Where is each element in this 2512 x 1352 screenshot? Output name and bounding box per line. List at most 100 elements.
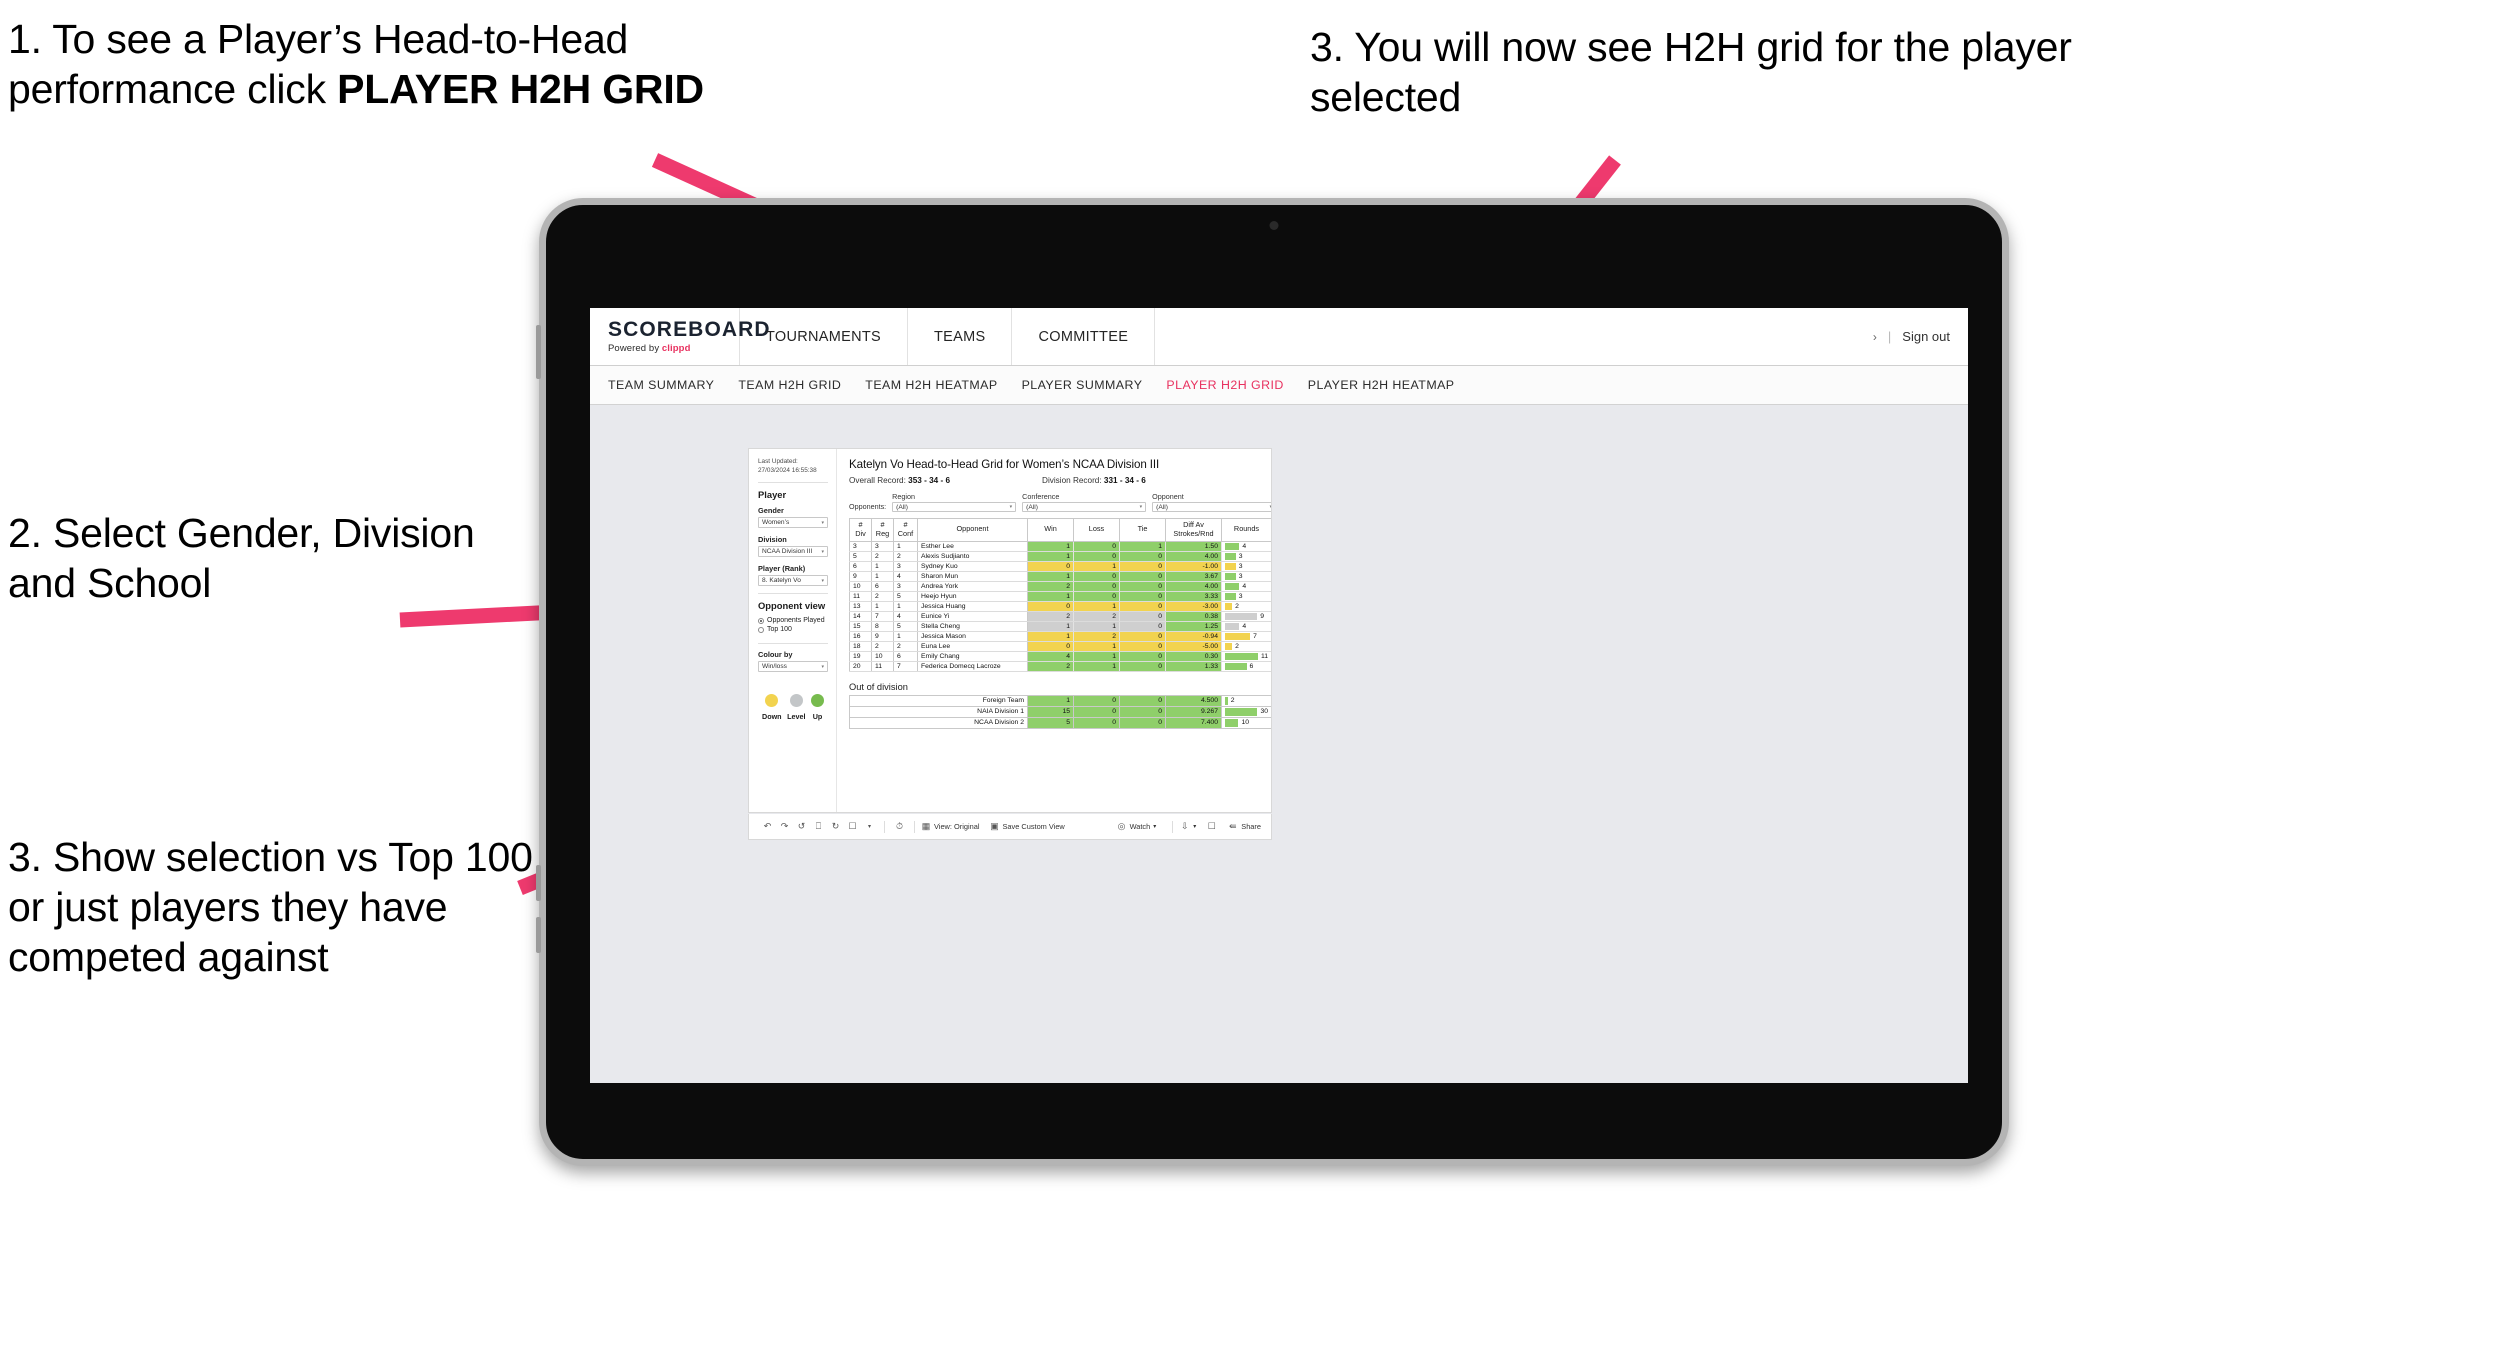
- col-header-conf[interactable]: # Conf: [893, 518, 918, 542]
- tab-team-h2h-grid[interactable]: TEAM H2H GRID: [738, 378, 865, 392]
- chevron-down-icon: ▾: [821, 663, 824, 670]
- table-row[interactable]: 16 9 1 Jessica Mason 1 2 0 -0.94 7: [849, 630, 1271, 642]
- cell-rank-div: 15: [849, 620, 872, 632]
- table-row[interactable]: 18 2 2 Euna Lee 0 1 0 -5.00 2: [849, 640, 1271, 652]
- cell-rank-conf: 4: [893, 570, 918, 582]
- cell-tie: 0: [1119, 590, 1166, 602]
- pause-updates-icon[interactable]: ⎕: [810, 821, 827, 832]
- overall-record: Overall Record: 353 - 34 - 6: [849, 476, 951, 485]
- col-header-opponent[interactable]: Opponent: [917, 518, 1028, 542]
- secondary-nav: TEAM SUMMARY TEAM H2H GRID TEAM H2H HEAT…: [590, 366, 1968, 405]
- cell-opponent: Sydney Kuo: [917, 560, 1028, 572]
- power-button[interactable]: [536, 325, 541, 379]
- table-row[interactable]: 15 8 5 Stella Cheng 1 1 0 1.25 4: [849, 620, 1271, 632]
- col-header-div[interactable]: # Div: [849, 518, 872, 542]
- col-header-loss[interactable]: Loss: [1073, 518, 1120, 542]
- tab-team-summary[interactable]: TEAM SUMMARY: [608, 378, 738, 392]
- gender-select[interactable]: Women’s ▾: [758, 517, 828, 529]
- conference-select[interactable]: (All) ▾: [1022, 502, 1147, 512]
- out-of-division-row[interactable]: NCAA Division 2 5 0 0 7.400 10: [849, 716, 1271, 729]
- download-icon: ⇩: [1180, 821, 1189, 831]
- primary-nav: TOURNAMENTS TEAMS COMMITTEE: [740, 308, 1156, 365]
- division-field: Division NCAA Division III ▾: [758, 535, 828, 558]
- out-of-division-body: Foreign Team 1 0 0 4.500 2 NAIA Division 1 15 0 0…: [849, 694, 1271, 729]
- volume-up-button[interactable]: [536, 865, 541, 901]
- division-select[interactable]: NCAA Division III ▾: [758, 546, 828, 558]
- table-row[interactable]: 19 10 6 Emily Chang 4 1 0 0.30 11: [849, 650, 1271, 662]
- table-row[interactable]: 6 1 3 Sydney Kuo 0 1 0 -1.00 3: [849, 560, 1271, 572]
- volume-down-button[interactable]: [536, 917, 541, 953]
- clippd-name: clippd: [661, 343, 691, 354]
- clock-icon[interactable]: ⏱: [891, 821, 908, 832]
- table-row[interactable]: 5 2 2 Alexis Sudjianto 1 0 0 4.00 3: [849, 550, 1271, 562]
- cell-tie: 0: [1119, 570, 1166, 582]
- radio-opponents-played[interactable]: Opponents Played: [758, 617, 828, 624]
- table-row[interactable]: 9 1 4 Sharon Mun 1 0 0 3.67 3: [849, 570, 1271, 582]
- out-of-division-row[interactable]: Foreign Team 1 0 0 4.500 2: [849, 694, 1271, 707]
- tab-player-summary[interactable]: PLAYER SUMMARY: [1022, 378, 1167, 392]
- h2h-grid-visualization: Last Updated: 27/03/2024 16:55:38 Player…: [748, 448, 1272, 813]
- out-of-division-row[interactable]: NAIA Division 1 15 0 0 9.267 30: [849, 705, 1271, 718]
- nav-tournaments[interactable]: TOURNAMENTS: [740, 308, 909, 365]
- player-rank-select[interactable]: 8. Katelyn Vo ▾: [758, 575, 828, 587]
- table-row[interactable]: 10 6 3 Andrea York 2 0 0 4.00 4: [849, 580, 1271, 592]
- col-header-reg[interactable]: # Reg: [871, 518, 894, 542]
- region-select[interactable]: (All) ▾: [892, 502, 1017, 512]
- cell-opponent: Sharon Mun: [917, 570, 1028, 582]
- table-row[interactable]: 13 1 1 Jessica Huang 0 1 0 -3.00 2: [849, 600, 1271, 612]
- cell-loss: 1: [1073, 600, 1120, 612]
- chevron-right-icon[interactable]: ›: [1873, 330, 1877, 344]
- opponent-select[interactable]: (All) ▾: [1152, 502, 1271, 512]
- download-button[interactable]: ⇩ ▾: [1179, 821, 1196, 832]
- brand-logo[interactable]: SCOREBOARD Powered by clippd: [590, 308, 770, 365]
- player-rank-field: Player (Rank) 8. Katelyn Vo ▾: [758, 564, 828, 587]
- tableau-toolbar: ↶ ↷ ↺ ⎕ ↻ ☐ ▾ ⏱ ▦ View: Original ▣ Save …: [748, 814, 1272, 840]
- chevron-down-icon[interactable]: ▾: [861, 823, 878, 830]
- nav-teams[interactable]: TEAMS: [908, 308, 1013, 365]
- redo-icon[interactable]: ↷: [776, 821, 793, 832]
- cell-rounds-bar: 3: [1221, 590, 1271, 602]
- legend-label-up: Up: [812, 712, 823, 722]
- cell-rank-div: 3: [849, 540, 872, 552]
- refresh-icon[interactable]: ↻: [827, 821, 844, 832]
- table-row[interactable]: 14 7 4 Eunice Yi 2 2 0 0.38 9: [849, 610, 1271, 622]
- cell-win: 2: [1027, 610, 1074, 622]
- cell-tie: 0: [1119, 650, 1166, 662]
- conference-label: Conference: [1022, 492, 1060, 501]
- cell-rounds-bar: 30: [1221, 705, 1271, 718]
- cell-rank-conf: 4: [893, 610, 918, 622]
- cell-rank-conf: 2: [893, 640, 918, 652]
- table-row[interactable]: 20 11 7 Federica Domecq Lacroze 2 1 0 1.33 6: [849, 660, 1271, 672]
- sign-out-link[interactable]: Sign out: [1902, 329, 1950, 344]
- tab-player-h2h-grid[interactable]: PLAYER H2H GRID: [1166, 378, 1307, 392]
- cell-tie: 0: [1119, 640, 1166, 652]
- col-header-diff-av-strokes-rnd[interactable]: Diff Av Strokes/Rnd: [1165, 518, 1222, 542]
- share-icon: ⇚: [1228, 821, 1237, 831]
- cell-rank-conf: 7: [893, 660, 918, 672]
- view-original-button[interactable]: ▦ View: Original: [921, 821, 980, 832]
- overall-record-value: 353 - 34 - 6: [908, 476, 951, 485]
- colour-by-select[interactable]: Win/loss ▾: [758, 661, 828, 673]
- save-custom-view-button[interactable]: ▣ Save Custom View: [989, 821, 1065, 832]
- watch-button[interactable]: ◎ Watch ▾: [1117, 821, 1157, 832]
- share-button[interactable]: ⇚ Share: [1227, 821, 1261, 832]
- highlight-icon[interactable]: ☐: [844, 821, 861, 832]
- cell-win: 1: [1027, 630, 1074, 642]
- col-header-win[interactable]: Win: [1027, 518, 1074, 542]
- radio-top-100[interactable]: Top 100: [758, 626, 828, 633]
- fullscreen-button[interactable]: ☐: [1206, 821, 1217, 832]
- undo-icon[interactable]: ↶: [759, 821, 776, 832]
- nav-committee[interactable]: COMMITTEE: [1012, 308, 1156, 365]
- cell-win: 1: [1027, 550, 1074, 562]
- cell-rounds-bar: 2: [1221, 694, 1271, 707]
- cell-win: 2: [1027, 660, 1074, 672]
- col-header-rounds[interactable]: Rounds: [1221, 518, 1271, 542]
- col-header-tie[interactable]: Tie: [1119, 518, 1166, 542]
- revert-icon[interactable]: ↺: [793, 821, 810, 832]
- table-row[interactable]: 11 2 5 Heejo Hyun 1 0 0 3.33 3: [849, 590, 1271, 602]
- cell-loss: 1: [1073, 620, 1120, 632]
- table-row[interactable]: 3 3 1 Esther Lee 1 0 1 1.50 4: [849, 540, 1271, 552]
- tab-player-h2h-heatmap[interactable]: PLAYER H2H HEATMAP: [1308, 378, 1479, 392]
- tab-team-h2h-heatmap[interactable]: TEAM H2H HEATMAP: [865, 378, 1021, 392]
- cell-rank-div: 16: [849, 630, 872, 642]
